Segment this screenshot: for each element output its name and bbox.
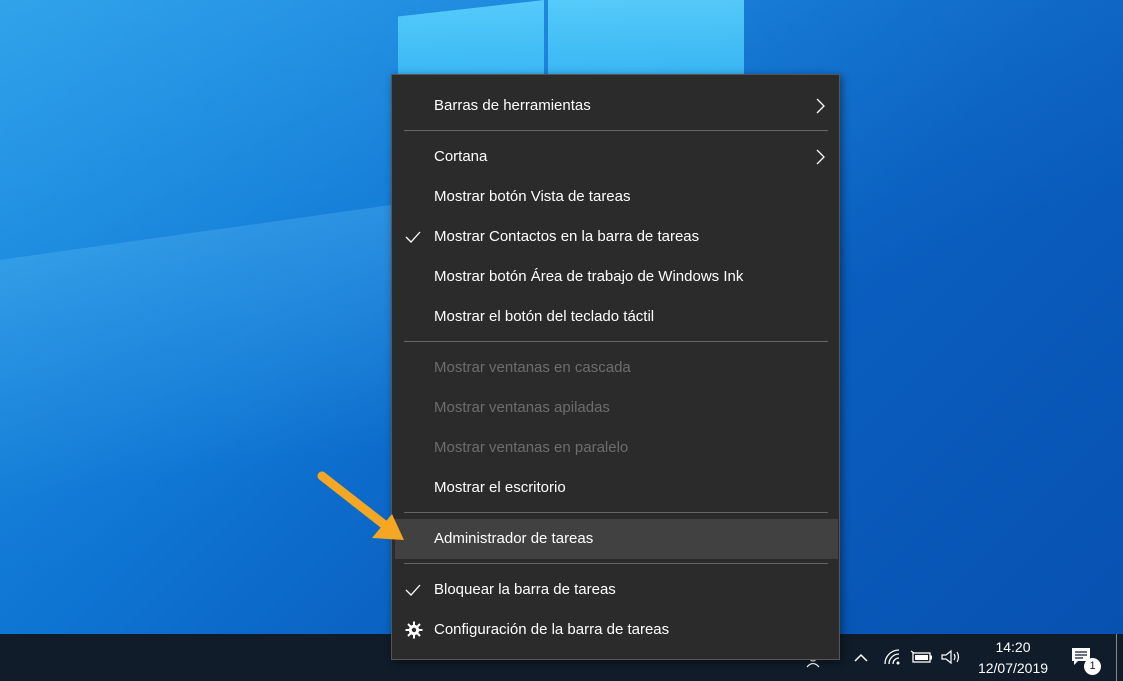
windows-logo-pane-right [548,0,744,75]
menu-item-task-manager[interactable]: Administrador de tareas [395,519,838,559]
menu-separator [404,130,828,131]
menu-item-label: Mostrar ventanas en paralelo [434,439,629,456]
menu-item-label: Mostrar ventanas apiladas [434,399,610,416]
menu-item-label: Configuración de la barra de tareas [434,621,670,638]
menu-item-stacked: Mostrar ventanas apiladas [392,388,839,428]
battery-icon[interactable] [910,646,934,674]
menu-item-label: Mostrar el botón del teclado táctil [434,308,655,325]
menu-item-cortana[interactable]: Cortana [392,137,839,177]
notification-count-badge: 1 [1084,658,1101,675]
menu-item-label: Administrador de tareas [434,530,594,547]
clock-time: 14:20 [995,639,1031,655]
volume-icon[interactable] [940,646,962,674]
menu-item-label: Mostrar ventanas en cascada [434,359,631,376]
checkmark-icon [405,584,421,596]
menu-item-windows-ink[interactable]: Mostrar botón Área de trabajo de Windows… [392,257,839,297]
menu-item-label: Mostrar botón Vista de tareas [434,188,631,205]
show-desktop-edge[interactable] [1116,634,1117,681]
menu-item-side-by-side: Mostrar ventanas en paralelo [392,428,839,468]
annotation-arrow-icon [317,471,404,540]
checkmark-icon [405,231,421,243]
menu-item-lock-taskbar[interactable]: Bloquear la barra de tareas [392,570,839,610]
menu-separator [404,563,828,564]
taskbar-context-menu: Barras de herramientas Cortana Mostrar b… [391,74,840,660]
menu-item-task-view[interactable]: Mostrar botón Vista de tareas [392,177,839,217]
menu-item-label: Cortana [434,148,488,165]
menu-item-contacts[interactable]: Mostrar Contactos en la barra de tareas [392,217,839,257]
taskbar-clock[interactable]: 14:20 12/07/2019 [968,637,1058,679]
wifi-icon[interactable] [882,646,902,674]
menu-separator [404,341,828,342]
menu-item-touch-keyboard[interactable]: Mostrar el botón del teclado táctil [392,297,839,337]
menu-item-taskbar-settings[interactable]: Configuración de la barra de tareas [392,610,839,650]
chevron-right-icon [816,149,825,165]
menu-item-label: Mostrar el escritorio [434,479,566,496]
menu-item-label: Barras de herramientas [434,97,591,114]
menu-item-label: Bloquear la barra de tareas [434,581,616,598]
menu-item-show-desktop[interactable]: Mostrar el escritorio [392,468,839,508]
chevron-up-icon[interactable] [851,646,871,674]
menu-item-cascade: Mostrar ventanas en cascada [392,348,839,388]
menu-item-label: Mostrar Contactos en la barra de tareas [434,228,700,245]
clock-date: 12/07/2019 [977,660,1049,676]
gear-icon [405,621,423,639]
menu-item-toolbars[interactable]: Barras de herramientas [392,86,839,126]
chevron-right-icon [816,98,825,114]
menu-separator [404,512,828,513]
menu-item-label: Mostrar botón Área de trabajo de Windows… [434,268,744,285]
